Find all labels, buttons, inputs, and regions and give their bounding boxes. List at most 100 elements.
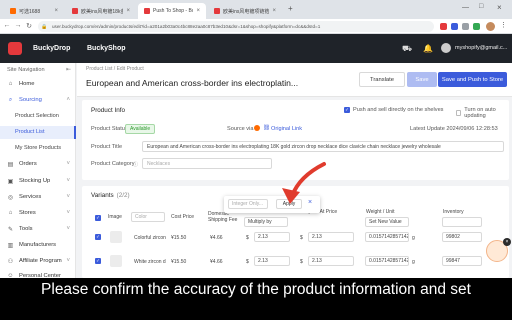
close-icon[interactable]: × xyxy=(503,238,511,246)
menu-dots-icon[interactable]: ⋮ xyxy=(500,21,507,29)
extension-icon[interactable] xyxy=(462,23,469,30)
color-filter-input[interactable]: Color xyxy=(131,212,165,222)
variants-title: Variants xyxy=(91,192,114,199)
extension-icon[interactable] xyxy=(451,23,458,30)
sidebar-item-stocking-up[interactable]: ▣ Stocking Up ˅ xyxy=(0,174,76,188)
save-button[interactable]: Save xyxy=(407,72,437,87)
sidebar-item-label: Services xyxy=(19,194,42,200)
collapse-icon[interactable]: ⇤ xyxy=(66,66,71,73)
browser-tab[interactable]: 可选1688 × xyxy=(4,3,64,19)
sale-price-input[interactable]: 2.13 xyxy=(254,256,290,266)
sidebar-item-services[interactable]: ◎ Services ˅ xyxy=(0,190,76,204)
brand-buckydrop[interactable]: BuckyDrop xyxy=(33,45,70,52)
select-all-checkbox[interactable]: ✓ xyxy=(95,215,101,221)
sidebar-subitem-my-store-products[interactable]: My Store Products xyxy=(0,142,76,155)
push-sell-checkbox[interactable]: ✓ Push and sell directly on the shelves xyxy=(344,107,443,113)
inventory-input[interactable]: 99802 xyxy=(442,232,482,242)
variant-image[interactable] xyxy=(110,255,122,267)
browser-tab-bar: 可选1688 × 欧美ins风电镀18k金色锆石项链 × Push To Sho… xyxy=(0,0,512,19)
auto-update-checkbox[interactable]: Turn on auto updating xyxy=(456,107,509,119)
sidebar-item-tools[interactable]: ✎ Tools ˅ xyxy=(0,222,76,236)
translate-button[interactable]: Translate xyxy=(359,72,405,87)
back-icon[interactable]: ← xyxy=(2,22,12,29)
inventory-input[interactable] xyxy=(442,217,482,227)
bell-icon[interactable]: 🔔 xyxy=(423,44,433,53)
extension-icon[interactable] xyxy=(440,23,447,30)
weight-unit: g xyxy=(412,235,415,241)
weight-set-value-select[interactable]: Set New Value xyxy=(365,217,409,227)
extension-icon[interactable] xyxy=(473,23,480,30)
sidebar-item-affiliate-program[interactable]: ⚇ Affiliate Program ˅ xyxy=(0,254,76,268)
user-avatar[interactable] xyxy=(441,43,451,53)
product-title-input[interactable]: European and American cross-border ins e… xyxy=(142,141,504,152)
category-select[interactable]: Necklaces xyxy=(142,158,272,169)
compare-price-input[interactable]: 2.13 xyxy=(308,232,354,242)
username[interactable]: myshopify@gmail.c... xyxy=(455,45,507,51)
close-icon[interactable]: × xyxy=(54,8,58,14)
sidebar-item-label: Stocking Up xyxy=(19,178,51,184)
sidebar-item-label: Orders xyxy=(19,161,37,167)
sidebar-item-manufacturers[interactable]: ▥ Manufacturers xyxy=(0,238,76,252)
chevron-down-icon: ˅ xyxy=(66,178,70,184)
sidebar-item-stores[interactable]: ⌂ Stores ˅ xyxy=(0,206,76,220)
window-close-icon[interactable]: × xyxy=(497,3,502,12)
sale-price-input[interactable]: 2.13 xyxy=(254,232,290,242)
auto-update-label: Turn on auto updating xyxy=(464,107,496,119)
weight-unit: g xyxy=(412,259,415,265)
variant-image[interactable] xyxy=(110,231,122,243)
sidebar-item-orders[interactable]: ▤ Orders ˅ xyxy=(0,157,76,171)
close-icon[interactable]: × xyxy=(196,8,200,14)
inventory-input[interactable]: 99847 xyxy=(442,256,482,266)
row-checkbox[interactable]: ✓ xyxy=(95,258,101,264)
sidebar-item-sourcing[interactable]: ⌕ Sourcing ˄ xyxy=(0,93,76,107)
multiply-by-select[interactable]: Multiply by xyxy=(244,217,288,227)
tab-label: 欧美ins风电镀18k金色锆石项链 xyxy=(81,8,124,15)
minimize-icon[interactable]: — xyxy=(462,4,469,11)
tab-favicon-icon xyxy=(144,8,150,14)
sidebar-item-home[interactable]: ⌂ Home xyxy=(0,77,76,91)
breadcrumb[interactable]: Product List / Edit Product xyxy=(86,66,144,72)
sidebar-subitem-product-selection[interactable]: Product Selection xyxy=(0,110,76,123)
maximize-icon[interactable]: □ xyxy=(479,3,483,10)
original-link[interactable]: Original Link xyxy=(271,126,302,132)
browser-address-bar: ← → ↻ user.buckydrop.com/en/admin/produc… xyxy=(0,19,512,34)
tab-favicon-icon xyxy=(10,8,16,14)
browser-tab[interactable]: 欧美ins风电镀18k金色锆石项链 × xyxy=(66,3,136,19)
url-input[interactable]: user.buckydrop.com/en/admin/products/edi… xyxy=(38,21,434,32)
new-tab-icon[interactable]: + xyxy=(288,4,293,13)
variants-heading: Variants (2/2) xyxy=(91,192,130,199)
close-icon[interactable]: × xyxy=(272,8,276,14)
close-icon[interactable]: × xyxy=(126,8,130,14)
variant-cost: ¥15.50 xyxy=(171,259,187,265)
arrow-head xyxy=(282,188,300,204)
compare-price-input[interactable]: 2.13 xyxy=(308,256,354,266)
row-checkbox[interactable]: ✓ xyxy=(95,234,101,240)
help-icon[interactable]: ⓘ xyxy=(133,161,138,168)
source-1688-icon xyxy=(254,125,260,131)
source-label: Source via xyxy=(227,126,254,132)
cart-icon[interactable]: ⛟ xyxy=(402,44,412,54)
page-title-bar: Product List / Edit Product European and… xyxy=(77,63,512,97)
buckydrop-logo[interactable] xyxy=(8,42,22,55)
col-weight-unit: Weight / Unit xyxy=(366,209,395,215)
store-icon: ⌂ xyxy=(8,210,13,216)
tab-favicon-icon xyxy=(214,8,220,14)
save-and-push-button[interactable]: Save and Push to Store xyxy=(438,72,507,87)
sidebar-item-label: Home xyxy=(19,81,35,87)
sidebar-item-label: Tools xyxy=(19,226,33,232)
weight-input[interactable]: 0.01571428571428 xyxy=(365,256,409,266)
chevron-up-icon: ˄ xyxy=(66,97,70,103)
arrow-shaft xyxy=(290,162,326,198)
sidebar-subitem-product-list[interactable]: Product List xyxy=(0,126,76,139)
brand-buckyshop[interactable]: BuckyShop xyxy=(87,45,126,52)
integer-input[interactable]: Integer Only... xyxy=(228,199,268,209)
browser-tab-active[interactable]: Push To Shop - BuckyShop × xyxy=(138,3,206,19)
currency: $ xyxy=(300,235,303,241)
push-sell-label: Push and sell directly on the shelves xyxy=(353,107,444,113)
browser-tab[interactable]: 欧美ins风电镀项链锆石水滴形颈链 × xyxy=(208,3,282,19)
sidebar-item-label: Stores xyxy=(19,210,36,216)
profile-avatar[interactable] xyxy=(486,22,495,31)
weight-input[interactable]: 0.01571428571428 xyxy=(365,232,409,242)
reload-icon[interactable]: ↻ xyxy=(24,22,34,30)
forward-icon[interactable]: → xyxy=(13,22,23,29)
